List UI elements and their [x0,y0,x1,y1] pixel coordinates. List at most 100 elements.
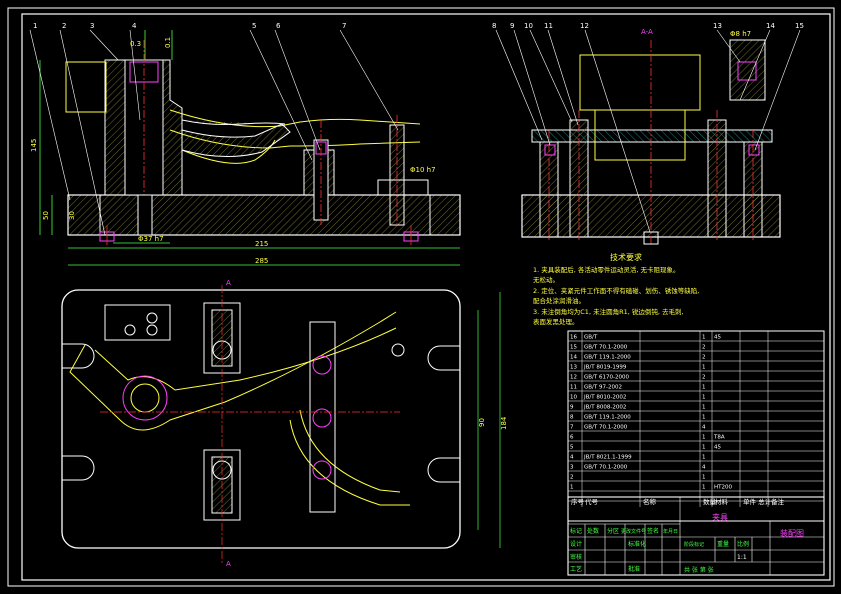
parts-cell-qty: 1 [702,405,706,411]
parts-cell-qty: 1 [702,385,706,391]
parts-cell-qty: 1 [702,395,706,401]
parts-cell-code: GB/T 6170-2000 [584,375,629,381]
parts-cell-qty: 2 [702,355,706,361]
technical-requirements: 技术要求 1. 夹具装配后, 各活动零件运动灵活, 无卡阻现象。 无松动。 2.… [533,252,699,326]
tb-title: 装配图 [780,528,804,538]
balloon-1: 1 [33,22,37,30]
balloon-14: 14 [766,22,775,30]
parts-cell-no: 8 [570,415,574,421]
tb-stage: 阶段标记 [684,541,704,548]
dim-90: 90 [478,418,486,427]
parts-cell-qty: 1 [702,485,706,491]
tb-zone: 分区 [607,527,619,535]
parts-header-note: 备注 [771,497,785,506]
top-view [61,285,501,565]
parts-cell-qty: 2 [702,345,706,351]
parts-header-single: 单件 总计 [743,497,772,506]
parts-cell-mat: T8A [713,435,725,441]
parts-cell-mat: 45 [714,445,721,451]
parts-cell-qty: 1 [702,335,706,341]
tb-scale: 比例 [737,540,749,548]
balloon-9: 9 [510,22,514,30]
parts-cell-no: 3 [570,465,574,471]
parts-cell-no: 16 [570,335,577,341]
parts-cell-no: 15 [570,345,577,351]
parts-cell-no: 13 [570,365,577,371]
parts-cell-code: GB/T 97-2002 [584,385,622,391]
section-label: A-A [641,28,653,36]
tb-count: 处数 [587,527,599,535]
balloon-8: 8 [492,22,496,30]
tech-line-3: 配合处涂润滑油。 [533,296,585,305]
parts-cell-qty: 4 [702,465,706,471]
parts-cell-qty: 1 [702,415,706,421]
parts-header-mat: 材料 [715,497,729,506]
dim-0-1: 0.1 [164,37,172,48]
dim-145: 145 [30,139,38,152]
balloon-4: 4 [132,22,137,30]
parts-cell-qty: 1 [702,475,706,481]
balloon-11: 11 [544,22,553,30]
tb-designer: 设计 [570,540,582,548]
tb-std: 标准化 [628,540,646,548]
balloon-5: 5 [252,22,256,30]
parts-cell-code: GB/T 70.1-2000 [584,465,628,471]
tech-line-0: 1. 夹具装配后, 各活动零件运动灵活, 无卡阻现象。 [533,265,680,274]
balloon-12: 12 [580,22,589,30]
parts-cell-qty: 1 [702,445,706,451]
section-mark-bottom: A [226,560,231,568]
parts-cell-code: GB/T 119.1-2000 [584,415,631,421]
parts-cell-no: 11 [570,385,577,391]
section-mark-top: A [226,279,231,287]
tb-process: 工艺 [570,565,582,573]
parts-cell-code: GB/T 119.1-2000 [584,355,631,361]
balloon-7: 7 [342,22,346,30]
parts-cell-code: GB/T 70.1-2000 [584,345,628,351]
tech-line-1: 无松动。 [533,275,559,284]
tb-drawing-name: 夹具 [712,512,728,522]
balloon-6: 6 [276,22,281,30]
parts-cell-code: GB/T [584,335,598,341]
parts-cell-qty: 1 [702,455,706,461]
tb-weight: 重量 [717,540,729,548]
tb-change: 更改文件号 [621,528,646,535]
dim-285: 285 [255,257,268,265]
balloon-3: 3 [90,22,94,30]
tb-sign: 签名 [647,527,659,535]
front-balloons: 1 2 3 4 5 6 7 [33,22,346,30]
parts-cell-no: 10 [570,395,577,401]
balloon-10: 10 [524,22,533,30]
parts-cell-qty: 1 [702,365,706,371]
balloon-13: 13 [713,22,722,30]
parts-cell-no: 2 [570,475,574,481]
dim-30: 30 [68,211,76,220]
parts-list: 16 GB/T 1 4515 GB/T 70.1-2000 214 GB/T 119.1-2… [567,330,825,522]
tech-line-5: 表面发黑处理。 [533,317,579,326]
parts-cell-mat: HT200 [714,485,732,491]
balloon-15: 15 [795,22,804,30]
tech-title: 技术要求 [610,252,642,262]
parts-cell-code: JB/T 8008-2002 [583,405,626,411]
tb-checker: 审核 [570,553,582,561]
parts-header-name: 名称 [643,497,657,506]
parts-cell-no: 1 [570,485,574,491]
parts-cell-qty: 2 [702,375,706,381]
parts-header-code: 代号 [585,497,599,506]
balloon-2: 2 [62,22,66,30]
dim-50: 50 [42,211,50,220]
parts-cell-code: JB/T 8021.1-1999 [583,455,632,461]
parts-cell-no: 12 [570,375,577,381]
dim-phi8: Φ8 h7 [730,30,751,38]
parts-cell-no: 5 [570,445,574,451]
dim-phi10: Φ10 h7 [410,166,436,174]
tech-line-4: 3. 未注倒角均为C1, 未注圆角R1, 锐边倒钝, 去毛刺, [533,307,684,316]
parts-cell-no: 7 [570,425,574,431]
tb-scale-val: 1:1 [737,554,747,561]
parts-cell-no: 9 [570,405,574,411]
parts-cell-code: JB/T 8010-2002 [583,395,626,401]
parts-cell-qty: 4 [702,425,706,431]
section-balloons: 8 9 10 11 12 13 14 15 A-A Φ8 h7 [492,22,804,38]
section-view [495,29,801,245]
parts-cell-code: GB/T 70.1-2000 [584,425,628,431]
cad-drawing: 1 2 3 4 5 6 7 0.3 0.1 145 50 30 Φ37 h7 2… [7,7,835,587]
